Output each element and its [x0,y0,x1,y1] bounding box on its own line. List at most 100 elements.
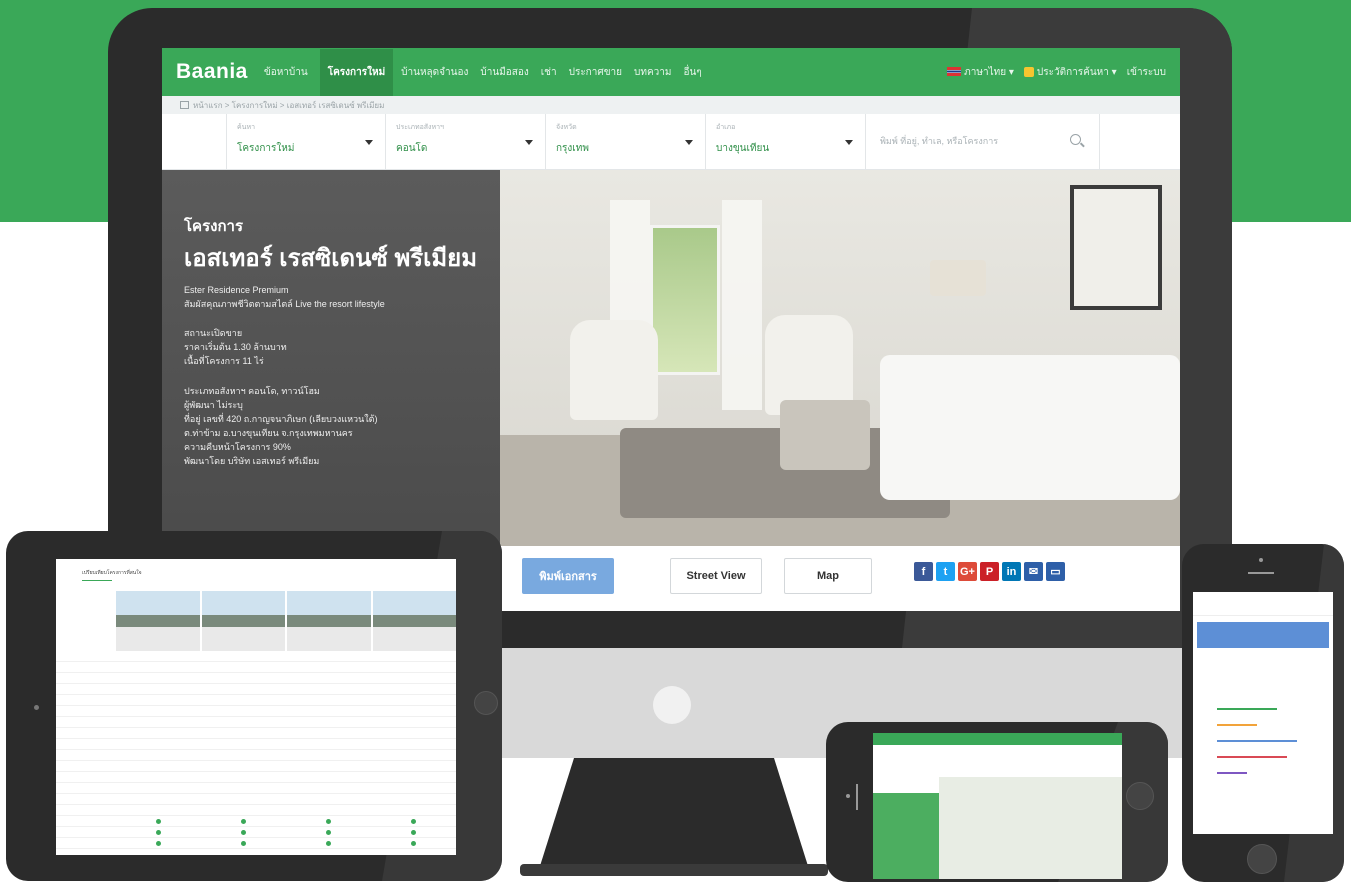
facebook-icon[interactable]: f [914,562,933,581]
photo-frame [1070,185,1162,310]
project-info-panel: โครงการ เอสเทอร์ เรสซิเดนซ์ พรีเมียม Est… [162,170,500,546]
compare-row [56,772,456,783]
nav-item-listings[interactable]: ประกาศขาย [569,49,622,96]
phone-home-button [1126,782,1154,810]
site-logo[interactable]: Baania [176,60,248,84]
history-menu[interactable]: ประวัติการค้นหา ▾ [1023,65,1117,80]
device-mockup-scene: Baania ข้อหาบ้าน โครงการใหม่ บ้านหลุดจำน… [0,0,1351,882]
monitor-logo [653,686,691,724]
mini-score-card [1197,622,1329,648]
chevron-down-icon [685,140,693,145]
photo-pouf [780,400,870,470]
compare-row [56,838,456,849]
search-placeholder: พิมพ์ ที่อยู่, ทำเล, หรือโครงการ [880,136,999,146]
filter-province[interactable]: จังหวัด กรุงเทพ [546,114,706,169]
project-kicker: โครงการ [184,218,244,235]
nav-item-more[interactable]: อื่นๆ [683,49,701,96]
tablet-screen: เปรียบเทียบโครงการที่สนใจ [56,559,456,855]
search-filters: ค้นหา โครงการใหม่ ประเภทอสังหาฯ คอนโด จั… [162,114,1180,170]
filter-property-type[interactable]: ประเภทอสังหาฯ คอนโด [386,114,546,169]
photo-window [650,225,720,375]
home-icon[interactable] [180,101,189,109]
filter-label: ค้นหา [237,124,256,131]
project-area: เนื้อที่โครงการ 11 ไร่ [184,356,264,367]
project-title: เอสเทอร์ เรสซิเดนซ์ พรีเมียม [184,245,478,272]
print-icon[interactable]: ▭ [1046,562,1065,581]
check-dot-icon [156,829,161,835]
nav-item-search-home[interactable]: ข้อหาบ้าน [264,49,308,96]
twitter-icon[interactable]: t [936,562,955,581]
chevron-down-icon [845,140,853,145]
filter-label: ประเภทอสังหาฯ [396,124,444,131]
nav-item-new-projects[interactable]: โครงการใหม่ [319,48,394,96]
google-plus-icon[interactable]: G+ [958,562,977,581]
top-nav: Baania ข้อหาบ้าน โครงการใหม่ บ้านหลุดจำน… [162,48,1180,96]
phone-speaker [1248,572,1274,574]
search-input[interactable]: พิมพ์ ที่อยู่, ทำเล, หรือโครงการ [866,114,1100,169]
phone-camera [846,794,850,798]
tablet-home-button [474,691,498,715]
compare-row [56,750,456,761]
mini-header [1193,592,1333,616]
compare-row [56,827,456,838]
mini-bar [1217,756,1287,758]
project-name-en: Ester Residence Premium [184,285,289,296]
check-dot-icon [326,818,331,824]
compare-row [56,783,456,794]
compare-row [56,739,456,750]
chevron-down-icon [365,140,373,145]
nav-item-articles[interactable]: บทความ [634,49,671,96]
photo-sofa [880,355,1180,500]
compare-grid [56,591,456,849]
map-button[interactable]: Map [784,558,872,594]
filter-search-type[interactable]: ค้นหา โครงการใหม่ [226,114,386,169]
compare-row [56,816,456,827]
project-address-2: ต.ท่าข้าม อ.บางขุนเทียน จ.กรุงเทพมหานคร [184,428,353,439]
filter-value: บางขุนเทียน [716,143,770,154]
compare-photo [372,591,456,651]
project-hero: โครงการ เอสเทอร์ เรสซิเดนซ์ พรีเมียม Est… [162,170,1180,546]
phone-speaker [856,784,858,810]
nav-right: ภาษาไทย ▾ ประวัติการค้นหา ▾ เข้าระบบ [947,65,1166,80]
filter-district[interactable]: อำเภอ บางขุนเทียน [706,114,866,169]
compare-row [56,728,456,739]
project-status: สถานะเปิดขาย [184,328,243,339]
nav-item-foreclosed[interactable]: บ้านหลุดจำนอง [401,49,468,96]
language-selector[interactable]: ภาษาไทย ▾ [947,65,1014,80]
check-dot-icon [326,840,331,846]
search-icon[interactable] [1070,134,1081,145]
project-price: ราคาเริ่มต้น 1.30 ล้านบาท [184,342,287,353]
compare-title: เปรียบเทียบโครงการที่สนใจ [82,570,142,576]
compare-row [56,794,456,805]
compare-row [56,695,456,706]
breadcrumb-text[interactable]: หน้าแรก > โครงการใหม่ > เอสเทอร์ เรสซิเด… [193,99,384,112]
thai-flag-icon [947,67,962,77]
linkedin-icon[interactable]: in [1002,562,1021,581]
print-button[interactable]: พิมพ์เอกสาร [522,558,614,594]
nav-item-resale[interactable]: บ้านมือสอง [480,49,528,96]
project-progress: ความคืบหน้าโครงการ 90% [184,441,291,452]
email-icon[interactable]: ✉ [1024,562,1043,581]
compare-photo [287,591,371,651]
compare-row [56,662,456,673]
street-view-button[interactable]: Street View [670,558,762,594]
filter-label: จังหวัด [556,124,577,131]
filter-value: โครงการใหม่ [237,143,295,154]
check-dot-icon [411,840,416,846]
pinterest-icon[interactable]: P [980,562,999,581]
project-type: ประเภทอสังหาฯ คอนโด, ทาวน์โฮม [184,386,320,397]
project-address: ที่อยู่ เลขที่ 420 ถ.กาญจนาภิเษก (เลียบว… [184,414,378,425]
phone-home-button [1247,844,1277,874]
check-dot-icon [156,840,161,846]
photo-lamp [930,260,986,296]
compare-photos [116,591,456,651]
nav-item-rent[interactable]: เช่า [541,49,557,96]
history-label: ประวัติการค้นหา [1036,66,1109,78]
project-tagline: สัมผัสคุณภาพชีวิตตามสไตล์ Live the resor… [184,298,385,309]
tablet-camera [34,705,39,710]
login-link[interactable]: เข้าระบบ [1127,65,1166,80]
check-dot-icon [241,818,246,824]
compare-row [56,805,456,816]
language-label: ภาษาไทย [964,66,1007,78]
check-dot-icon [411,829,416,835]
